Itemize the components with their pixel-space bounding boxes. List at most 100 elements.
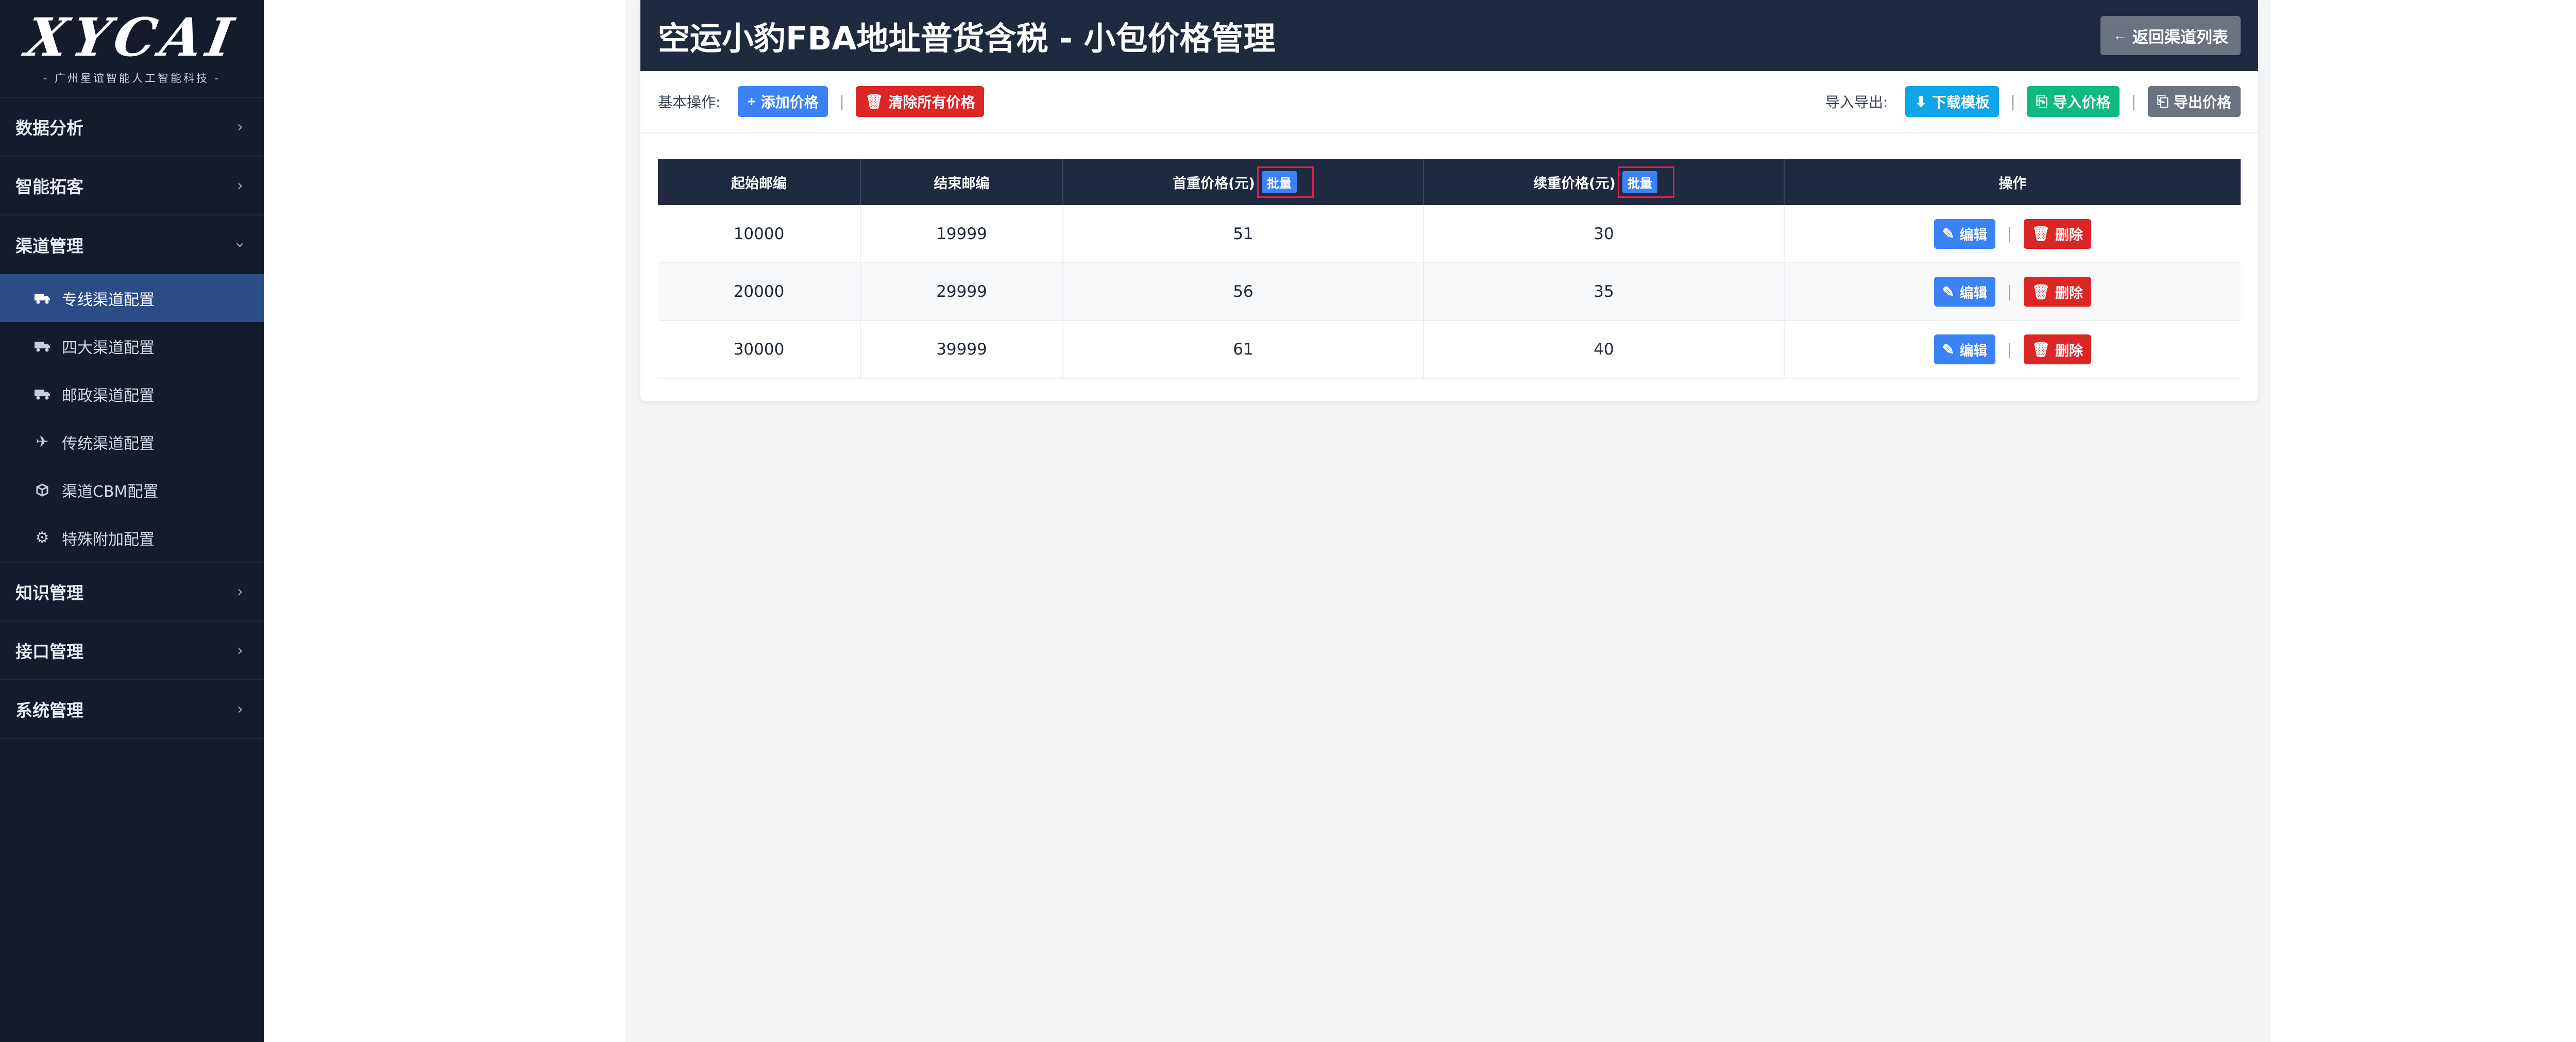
- toolbar: 基本操作: + 添加价格 | 🗑 清除所有价格 导入导出: ⬇ 下载模板 | ⎘…: [640, 71, 2258, 133]
- cell-operations: ✎ 编辑 | 🗑 删除: [1784, 205, 2241, 263]
- menu-group-knowledge[interactable]: 知识管理 ›: [0, 563, 264, 621]
- button-label: 添加价格: [760, 94, 819, 110]
- download-icon: ⬇: [1914, 93, 1927, 110]
- batch-first-weight-button[interactable]: 批量: [1261, 171, 1297, 193]
- sidebar-item-special-surcharge[interactable]: ⚙ 特殊附加配置: [0, 514, 264, 562]
- chevron-right-icon: ›: [237, 117, 243, 136]
- button-label: 下载模板: [1931, 94, 1990, 110]
- table-row: 20000 29999 56 35 ✎ 编辑 | 🗑 删除: [658, 263, 2241, 321]
- button-label: 删除: [2055, 285, 2083, 301]
- arrow-left-icon: ←: [2113, 27, 2127, 43]
- separator: |: [2131, 92, 2137, 111]
- cell-next-weight-price: 30: [1423, 205, 1785, 263]
- menu-group-label: 系统管理: [15, 700, 83, 720]
- sidebar-item-traditional-channel[interactable]: ✈ 传统渠道配置: [0, 418, 264, 466]
- price-table-wrapper: 起始邮编 结束邮编 首重价格(元) 批量 续重价格(元) 批量 操作 10000…: [640, 159, 2258, 379]
- logo-text: XYCAI: [21, 7, 243, 69]
- sidebar-item-dedicated-channel[interactable]: 专线渠道配置: [0, 274, 264, 322]
- cell-next-weight-price: 40: [1423, 321, 1785, 379]
- sidebar-item-label: 传统渠道配置: [62, 434, 155, 453]
- truck-icon: [32, 292, 53, 305]
- back-to-channel-list-button[interactable]: ← 返回渠道列表: [2100, 16, 2241, 55]
- gear-icon: ⚙: [35, 529, 49, 547]
- batch-next-weight-button[interactable]: 批量: [1622, 171, 1657, 193]
- menu-group-label: 知识管理: [15, 583, 83, 603]
- button-label: 导出价格: [2173, 94, 2231, 110]
- logo-subtitle: - 广州星谊智能人工智能科技 -: [43, 72, 221, 85]
- separator: |: [2010, 92, 2016, 111]
- price-management-card: 空运小豹FBA地址普货含税 - 小包价格管理 ← 返回渠道列表 基本操作: + …: [640, 0, 2258, 401]
- basic-operations-label: 基本操作:: [658, 94, 721, 111]
- cell-operations: ✎ 编辑 | 🗑 删除: [1784, 263, 2241, 321]
- trash-icon: 🗑: [2031, 341, 2050, 358]
- edit-icon: ✎: [1942, 283, 1955, 300]
- menu-group-label: 智能拓客: [15, 177, 83, 197]
- cell-first-weight-price: 56: [1063, 263, 1424, 321]
- trash-icon: 🗑: [2031, 283, 2050, 300]
- button-label: 删除: [2055, 227, 2083, 243]
- edit-icon: ✎: [1942, 226, 1955, 242]
- delete-button[interactable]: 🗑 删除: [2023, 219, 2092, 249]
- sidebar-item-label: 邮政渠道配置: [62, 386, 155, 405]
- button-label: 编辑: [1959, 343, 1988, 359]
- delete-button[interactable]: 🗑 删除: [2023, 277, 2092, 307]
- cell-end-zip: 39999: [860, 321, 1063, 379]
- file-import-icon: ⎘: [2036, 93, 2048, 109]
- column-header-operations: 操作: [1784, 159, 2241, 205]
- separator: |: [2007, 225, 2012, 243]
- menu-group-data-analysis[interactable]: 数据分析 ›: [0, 98, 264, 157]
- edit-button[interactable]: ✎ 编辑: [1934, 219, 1996, 249]
- edit-button[interactable]: ✎ 编辑: [1934, 334, 1996, 364]
- sidebar-item-big-four-channel[interactable]: 四大渠道配置: [0, 322, 264, 370]
- column-header-next-weight-price: 续重价格(元) 批量: [1423, 159, 1785, 205]
- basic-operations: 基本操作: + 添加价格 | 🗑 清除所有价格: [658, 86, 985, 117]
- menu-group-smart-leads[interactable]: 智能拓客 ›: [0, 157, 264, 215]
- cell-first-weight-price: 61: [1063, 321, 1424, 379]
- clear-all-prices-button[interactable]: 🗑 清除所有价格: [855, 86, 985, 117]
- table-row: 10000 19999 51 30 ✎ 编辑 | 🗑 删除: [658, 205, 2241, 263]
- chevron-down-icon: ›: [231, 242, 249, 248]
- edit-icon: ✎: [1942, 341, 1955, 358]
- truck-icon: [32, 340, 53, 352]
- file-export-icon: ⎗: [2157, 93, 2168, 109]
- download-template-button[interactable]: ⬇ 下载模板: [1905, 86, 1999, 117]
- cell-end-zip: 19999: [860, 205, 1063, 263]
- sidebar-item-label: 特殊附加配置: [62, 530, 155, 549]
- button-label: 编辑: [1959, 285, 1988, 301]
- chevron-right-icon: ›: [237, 176, 243, 195]
- menu-group-label: 渠道管理: [15, 236, 83, 256]
- import-export: 导入导出: ⬇ 下载模板 | ⎘ 导入价格 | ⎗ 导出价格: [1825, 86, 2241, 117]
- chevron-right-icon: ›: [237, 641, 243, 660]
- highlight-box: 批量: [1617, 166, 1674, 198]
- chevron-right-icon: ›: [237, 582, 243, 601]
- sidebar: XYCAI - 广州星谊智能人工智能科技 - 数据分析 › 智能拓客 › 渠道管…: [0, 0, 264, 1042]
- add-price-button[interactable]: + 添加价格: [738, 86, 828, 117]
- menu-group-label: 接口管理: [15, 642, 83, 662]
- cell-operations: ✎ 编辑 | 🗑 删除: [1784, 321, 2241, 379]
- cell-first-weight-price: 51: [1063, 205, 1424, 263]
- truck-icon: [32, 388, 53, 400]
- column-header-first-weight-price: 首重价格(元) 批量: [1063, 159, 1424, 205]
- menu-group-api[interactable]: 接口管理 ›: [0, 621, 264, 680]
- sidebar-item-channel-cbm[interactable]: 渠道CBM配置: [0, 466, 264, 514]
- delete-button[interactable]: 🗑 删除: [2023, 334, 2092, 364]
- separator: |: [2007, 340, 2012, 359]
- sidebar-item-postal-channel[interactable]: 邮政渠道配置: [0, 370, 264, 418]
- sidebar-item-label: 专线渠道配置: [62, 291, 155, 309]
- menu-group-system[interactable]: 系统管理 ›: [0, 680, 264, 739]
- edit-button[interactable]: ✎ 编辑: [1934, 277, 1996, 307]
- channel-submenu: 专线渠道配置 四大渠道配置 邮政渠道配置 ✈ 传统渠道配置 渠道CBM配置 ⚙: [0, 274, 264, 562]
- cell-start-zip: 30000: [658, 321, 861, 379]
- logo[interactable]: XYCAI - 广州星谊智能人工智能科技 -: [0, 0, 264, 98]
- button-label: 导入价格: [2053, 94, 2111, 110]
- cell-start-zip: 20000: [658, 263, 861, 321]
- plus-icon: +: [747, 93, 756, 109]
- column-header-label: 续重价格(元): [1533, 175, 1616, 192]
- card-header: 空运小豹FBA地址普货含税 - 小包价格管理 ← 返回渠道列表: [640, 0, 2258, 71]
- menu-group-label: 数据分析: [15, 118, 83, 138]
- import-prices-button[interactable]: ⎘ 导入价格: [2027, 86, 2120, 117]
- button-label: 返回渠道列表: [2132, 28, 2228, 46]
- menu-group-channel-management[interactable]: 渠道管理 ›: [0, 215, 264, 274]
- export-prices-button[interactable]: ⎗ 导出价格: [2147, 86, 2241, 117]
- sidebar-item-label: 四大渠道配置: [62, 339, 155, 357]
